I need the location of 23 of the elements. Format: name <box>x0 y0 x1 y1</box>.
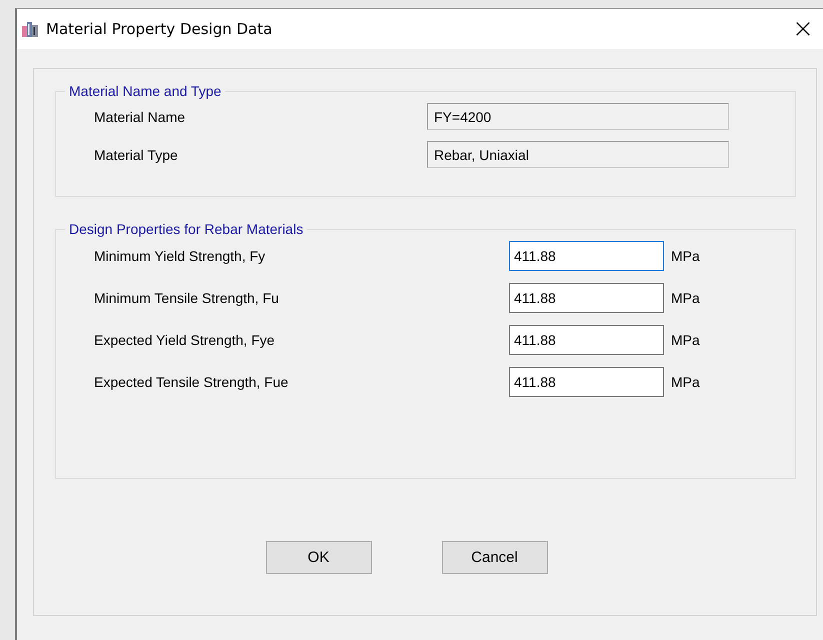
input-field[interactable]: 411.88 <box>509 241 664 271</box>
field-label: Material Type <box>94 146 179 162</box>
group-title: Design Properties for Rebar Materials <box>68 221 304 237</box>
cancel-button[interactable]: Cancel <box>442 541 548 574</box>
field-label: Material Name <box>94 108 186 124</box>
unit-label: MPa <box>671 374 700 390</box>
building-icon <box>21 20 39 38</box>
window-title: Material Property Design Data <box>46 20 274 38</box>
field-label: Minimum Tensile Strength, Fu <box>94 290 280 306</box>
input-field[interactable]: 411.88 <box>509 283 664 313</box>
close-button[interactable]: × <box>783 9 823 49</box>
read-only-field: FY=4200 <box>427 103 729 130</box>
input-field[interactable]: 411.88 <box>509 325 664 355</box>
field-label: Minimum Yield Strength, Fy <box>94 248 266 264</box>
field-label: Expected Tensile Strength, Fue <box>94 374 290 390</box>
unit-label: MPa <box>671 248 700 264</box>
field-label: Expected Yield Strength, Fye <box>94 332 276 348</box>
input-field[interactable]: 411.88 <box>509 367 664 397</box>
read-only-field: Rebar, Uniaxial <box>427 141 729 168</box>
group-title: Material Name and Type <box>68 83 222 99</box>
ok-button[interactable]: OK <box>266 541 372 574</box>
unit-label: MPa <box>671 332 700 348</box>
unit-label: MPa <box>671 290 700 306</box>
